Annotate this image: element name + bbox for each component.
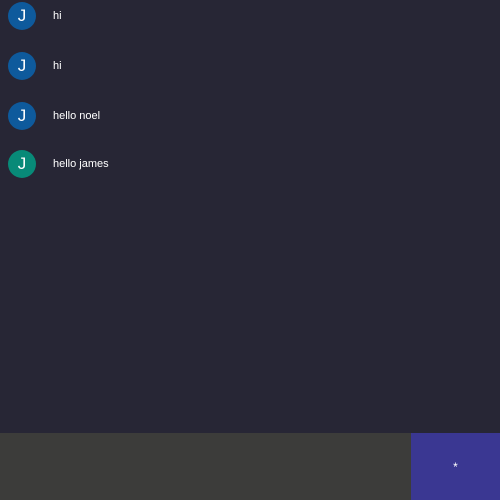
message-list[interactable]: J hi J hi J hello noel J hello james (0, 0, 500, 433)
message-text: hello noel (53, 110, 101, 122)
message-text: hello james (53, 158, 109, 170)
avatar: J (8, 102, 36, 130)
message-item: J hello james (0, 144, 500, 184)
message-item: J hello noel (0, 96, 500, 136)
message-item: J hi (0, 0, 500, 36)
avatar: J (8, 150, 36, 178)
avatar: J (8, 2, 36, 30)
message-text: hi (53, 10, 62, 22)
send-button[interactable]: * (411, 433, 500, 500)
message-input[interactable] (0, 433, 411, 500)
chat-app: J hi J hi J hello noel J hello james * (0, 0, 500, 500)
message-item: J hi (0, 46, 500, 86)
avatar: J (8, 52, 36, 80)
message-text: hi (53, 60, 62, 72)
